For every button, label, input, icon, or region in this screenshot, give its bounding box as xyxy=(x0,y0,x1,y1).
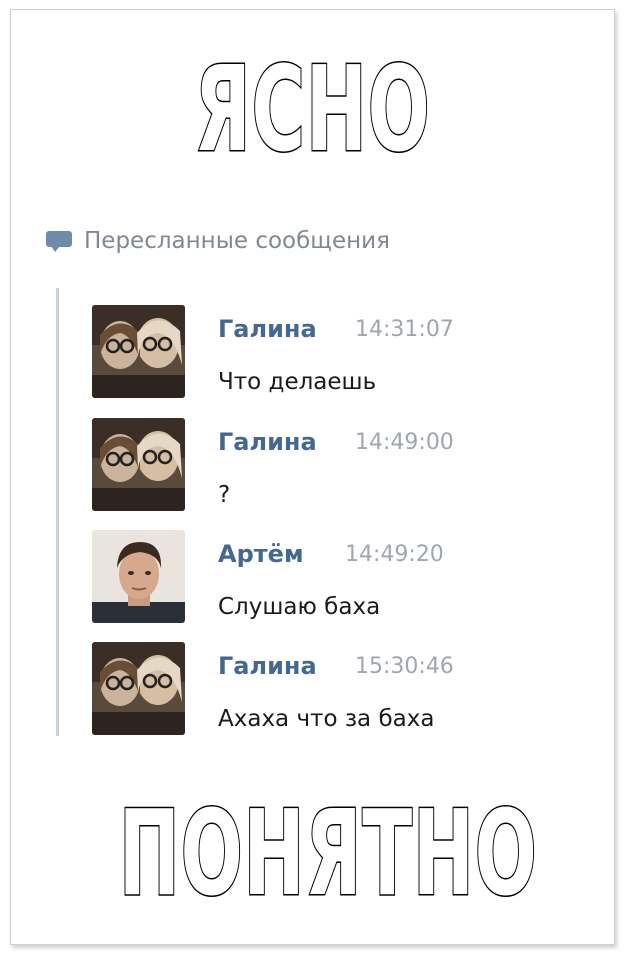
avatar[interactable] xyxy=(92,305,185,398)
message-item: Артём 14:49:20 Слушаю баха xyxy=(92,530,552,630)
author-name[interactable]: Артём xyxy=(218,540,304,568)
message-item: Галина 15:30:46 Ахаха что за баха xyxy=(92,642,552,742)
message-time: 14:49:20 xyxy=(345,542,444,567)
message-item: Галина 14:31:07 Что делаешь xyxy=(92,305,552,405)
message-text: Слушаю баха xyxy=(218,594,381,620)
message-time: 15:30:46 xyxy=(355,654,454,679)
meme-top-text: ЯСНО xyxy=(194,39,431,180)
avatar[interactable] xyxy=(92,530,185,623)
thread-line xyxy=(56,288,59,736)
author-name[interactable]: Галина xyxy=(218,652,317,680)
message-text: Ахаха что за баха xyxy=(218,706,435,732)
speech-bubble-icon xyxy=(46,229,74,253)
message-time: 14:49:00 xyxy=(355,430,454,455)
message-text: ? xyxy=(218,482,231,508)
forwarded-messages-header[interactable]: Пересланные сообщения xyxy=(46,228,390,254)
message-text: Что делаешь xyxy=(218,369,377,395)
author-name[interactable]: Галина xyxy=(218,428,317,456)
forwarded-messages-label: Пересланные сообщения xyxy=(84,228,390,254)
message-item: Галина 14:49:00 ? xyxy=(92,418,552,518)
author-name[interactable]: Галина xyxy=(218,315,317,343)
meme-bottom-text: ПОНЯТНО xyxy=(118,783,538,924)
avatar[interactable] xyxy=(92,642,185,735)
message-time: 14:31:07 xyxy=(355,317,454,342)
avatar[interactable] xyxy=(92,418,185,511)
